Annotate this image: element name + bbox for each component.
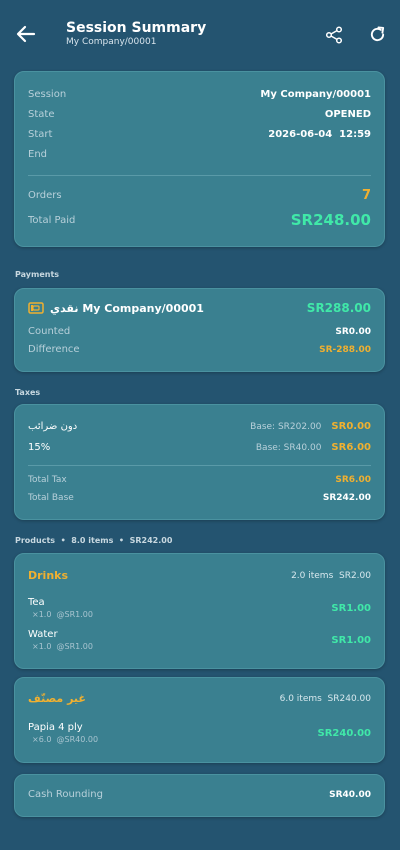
product-name: Water bbox=[28, 629, 58, 640]
payments-section-label: Payments bbox=[15, 270, 60, 279]
divider bbox=[28, 175, 371, 176]
tax-base: Base: SR40.00 bbox=[255, 442, 322, 453]
category-card-drinks: Drinks 2.0 items SR2.00 Tea ×1.0 @SR1.00… bbox=[14, 553, 385, 669]
list-item: Tea ×1.0 @SR1.00 SR1.00 bbox=[28, 597, 371, 619]
products-section-label: Products • 8.0 items • SR242.00 bbox=[15, 536, 173, 545]
total-base-value: SR242.00 bbox=[322, 493, 371, 503]
payment-card: نقدي My Company/00001 SR288.00 Counted S… bbox=[14, 288, 385, 372]
start-value: 2026-06-04 12:59 bbox=[268, 129, 371, 140]
end-label: End bbox=[28, 149, 48, 160]
list-item: Water ×1.0 @SR1.00 SR1.00 bbox=[28, 629, 371, 651]
payment-method-amount: SR288.00 bbox=[306, 301, 371, 315]
cash-rounding-card: Cash Rounding SR40.00 bbox=[14, 774, 385, 817]
page-subtitle: My Company/00001 bbox=[66, 37, 157, 47]
total-base-label: Total Base bbox=[28, 493, 74, 503]
category-summary: 2.0 items SR2.00 bbox=[291, 570, 371, 581]
tax-row: 15% Base: SR40.00 SR6.00 bbox=[28, 442, 371, 453]
taxes-card: دون ضرائب Base: SR202.00 SR0.00 15% Base… bbox=[14, 404, 385, 520]
session-value: My Company/00001 bbox=[260, 89, 371, 100]
list-item: Papia 4 ply ×6.0 @SR40.00 SR240.00 bbox=[28, 722, 371, 744]
total-tax-label: Total Tax bbox=[28, 475, 67, 485]
product-detail: ×1.0 @SR1.00 bbox=[32, 642, 93, 651]
start-label: Start bbox=[28, 129, 53, 140]
session-card: Session My Company/00001 State OPENED St… bbox=[14, 71, 385, 247]
category-summary: 6.0 items SR240.00 bbox=[279, 693, 371, 704]
share-icon[interactable] bbox=[325, 26, 343, 44]
product-detail: ×1.0 @SR1.00 bbox=[32, 610, 93, 619]
tax-name: 15% bbox=[28, 442, 51, 453]
counted-label: Counted bbox=[28, 326, 71, 337]
payment-method-name: نقدي My Company/00001 bbox=[50, 301, 204, 315]
product-total: SR1.00 bbox=[331, 634, 371, 646]
orders-label: Orders bbox=[28, 190, 62, 201]
tax-base: Base: SR202.00 bbox=[250, 421, 322, 432]
session-label: Session bbox=[28, 89, 67, 100]
counted-value: SR0.00 bbox=[335, 326, 371, 337]
cash-icon bbox=[28, 302, 44, 314]
tax-row: دون ضرائب Base: SR202.00 SR0.00 bbox=[28, 421, 371, 432]
product-detail: ×6.0 @SR40.00 bbox=[32, 735, 99, 744]
tax-amount: SR6.00 bbox=[331, 442, 371, 453]
page-title: Session Summary bbox=[66, 20, 207, 36]
total-paid-label: Total Paid bbox=[28, 214, 76, 226]
tax-amount: SR0.00 bbox=[331, 421, 371, 432]
divider bbox=[28, 465, 371, 466]
difference-label: Difference bbox=[28, 344, 80, 355]
product-total: SR240.00 bbox=[317, 727, 372, 739]
category-name: Drinks bbox=[28, 569, 69, 582]
orders-value: 7 bbox=[361, 188, 371, 203]
product-name: Tea bbox=[28, 597, 45, 608]
arrow-left-icon[interactable] bbox=[16, 24, 36, 44]
category-card-uncategorized: غير مصنّف 6.0 items SR240.00 Papia 4 ply… bbox=[14, 677, 385, 763]
cash-rounding-label: Cash Rounding bbox=[28, 789, 103, 800]
difference-value: SR-288.00 bbox=[319, 344, 371, 355]
total-paid-value: SR248.00 bbox=[290, 211, 371, 229]
category-name: غير مصنّف bbox=[28, 692, 86, 705]
state-label: State bbox=[28, 109, 55, 120]
tax-name: دون ضرائب bbox=[28, 421, 78, 432]
state-value: OPENED bbox=[324, 109, 371, 120]
cash-rounding-value: SR40.00 bbox=[329, 789, 371, 800]
product-name: Papia 4 ply bbox=[28, 722, 83, 733]
taxes-section-label: Taxes bbox=[15, 388, 41, 397]
app-bar: Session Summary My Company/00001 bbox=[0, 0, 400, 62]
product-total: SR1.00 bbox=[331, 602, 371, 614]
refresh-icon[interactable] bbox=[369, 26, 386, 43]
total-tax-value: SR6.00 bbox=[335, 475, 371, 485]
